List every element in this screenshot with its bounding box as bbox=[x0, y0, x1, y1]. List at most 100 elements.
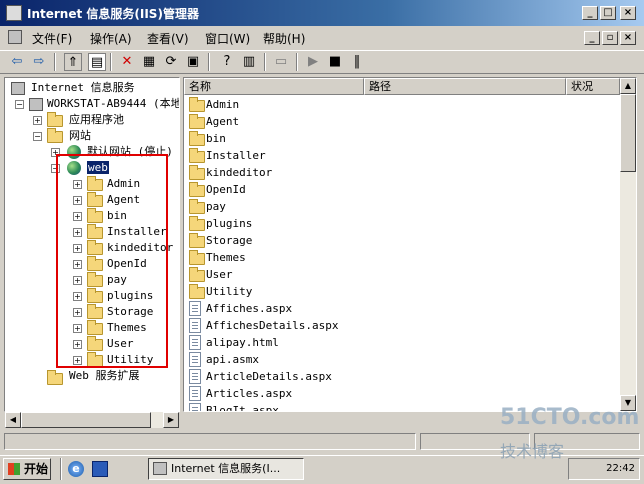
clock: 22:42 bbox=[606, 463, 635, 474]
iis-app-icon bbox=[6, 5, 22, 21]
mmc-doc-icon bbox=[8, 30, 22, 44]
computer-icon[interactable]: ▭ bbox=[272, 53, 290, 71]
export-list-icon[interactable]: ▣ bbox=[184, 53, 202, 71]
folder-icon bbox=[189, 165, 205, 180]
menu-window[interactable]: 窗口(W) bbox=[205, 30, 250, 47]
folder-icon bbox=[189, 233, 205, 248]
system-tray[interactable]: 22:42 bbox=[568, 458, 640, 480]
folder-icon bbox=[189, 199, 205, 214]
list-item[interactable]: Articles.aspx bbox=[206, 385, 292, 402]
properties-icon[interactable]: ▦ bbox=[140, 53, 158, 71]
content-list-pane[interactable]: 名称 路径 状况 Admin Agent bin Installer kindedito… bbox=[183, 77, 637, 412]
taskbar-iis-button[interactable]: Internet 信息服务(I... bbox=[148, 458, 304, 480]
scroll-up-icon[interactable]: ▲ bbox=[620, 78, 636, 94]
scroll-right-icon[interactable]: ▶ bbox=[163, 412, 179, 428]
start-icon[interactable]: ▶ bbox=[304, 53, 322, 71]
child-minimize-button[interactable]: _ bbox=[584, 31, 600, 45]
toolbar-separator bbox=[296, 53, 298, 71]
scroll-thumb[interactable] bbox=[21, 412, 151, 428]
column-header-status[interactable]: 状况 bbox=[566, 78, 620, 95]
back-arrow-icon[interactable]: ⇦ bbox=[8, 53, 26, 71]
annotation-highlight-box bbox=[56, 154, 168, 368]
list-item[interactable]: plugins bbox=[206, 215, 252, 232]
pause-icon[interactable]: ‖ bbox=[348, 53, 366, 71]
start-label: 开始 bbox=[24, 462, 49, 476]
list-item[interactable]: api.asmx bbox=[206, 351, 259, 368]
watermark: 51CTO.com bbox=[500, 405, 640, 430]
start-button[interactable]: 开始 bbox=[3, 458, 51, 480]
list-item[interactable]: AffichesDetails.aspx bbox=[206, 317, 338, 334]
close-button[interactable]: × bbox=[620, 6, 636, 20]
file-icon bbox=[189, 403, 201, 411]
scroll-left-icon[interactable]: ◀ bbox=[5, 412, 21, 428]
taskbar-task-label: Internet 信息服务(I... bbox=[171, 462, 281, 475]
taskbar-separator bbox=[60, 458, 62, 480]
child-restore-button[interactable]: ▫ bbox=[602, 31, 618, 45]
tree-item-websites[interactable]: 网站 bbox=[69, 128, 91, 144]
help-icon[interactable]: ? bbox=[218, 53, 236, 71]
list-item[interactable]: Utility bbox=[206, 283, 252, 300]
list-item[interactable]: kindeditor bbox=[206, 164, 272, 181]
file-icon bbox=[189, 301, 201, 316]
menu-action[interactable]: 操作(A) bbox=[90, 30, 132, 47]
title-bar[interactable]: Internet 信息服务(IIS)管理器 _ □ × bbox=[0, 0, 644, 26]
quick-launch-icon[interactable] bbox=[92, 461, 108, 477]
maximize-button[interactable]: □ bbox=[600, 6, 616, 20]
windows-logo-icon bbox=[8, 463, 20, 475]
list-item[interactable]: Storage bbox=[206, 232, 252, 249]
tree-item-root[interactable]: Internet 信息服务 bbox=[31, 80, 135, 96]
folder-icon bbox=[189, 114, 205, 129]
list-item[interactable]: Admin bbox=[206, 96, 239, 113]
stop-icon[interactable]: ■ bbox=[326, 53, 344, 71]
internet-explorer-icon[interactable]: e bbox=[68, 461, 84, 477]
list-item[interactable]: pay bbox=[206, 198, 226, 215]
list-item[interactable]: bin bbox=[206, 130, 226, 147]
tree-item-extensions[interactable]: Web 服务扩展 bbox=[69, 368, 140, 384]
collapse-icon[interactable]: − bbox=[15, 100, 24, 109]
list-item[interactable]: Affiches.aspx bbox=[206, 300, 292, 317]
tree-item-app-pools[interactable]: 应用程序池 bbox=[69, 112, 124, 128]
tree-item-server[interactable]: WORKSTAT-AB9444 (本地计 bbox=[47, 96, 179, 112]
iis-root-icon bbox=[11, 82, 25, 95]
toolbar-separator bbox=[264, 53, 266, 71]
file-icon bbox=[189, 318, 201, 333]
list-item[interactable]: Agent bbox=[206, 113, 239, 130]
file-icon bbox=[189, 369, 201, 384]
show-tree-icon[interactable]: ▤ bbox=[88, 53, 106, 71]
collapse-icon[interactable]: − bbox=[33, 132, 42, 141]
menu-file[interactable]: 文件(F) bbox=[32, 30, 72, 47]
list-item[interactable]: BlogIt.aspx bbox=[206, 402, 279, 411]
folder-icon bbox=[189, 216, 205, 231]
folder-icon bbox=[189, 97, 205, 112]
column-header-name[interactable]: 名称 bbox=[184, 78, 364, 95]
forward-arrow-icon[interactable]: ⇨ bbox=[30, 53, 48, 71]
toolbar-separator bbox=[110, 53, 112, 71]
list-item[interactable]: Installer bbox=[206, 147, 266, 164]
menu-view[interactable]: 查看(V) bbox=[147, 30, 189, 47]
refresh-icon[interactable]: ⟳ bbox=[162, 53, 180, 71]
child-close-button[interactable]: × bbox=[620, 31, 636, 45]
list-item[interactable]: Themes bbox=[206, 249, 246, 266]
up-folder-icon[interactable]: ⇑ bbox=[64, 53, 82, 71]
folder-icon bbox=[189, 148, 205, 163]
minimize-button[interactable]: _ bbox=[582, 6, 598, 20]
list-item[interactable]: alipay.html bbox=[206, 334, 279, 351]
list-vertical-scrollbar[interactable]: ▲ ▼ bbox=[620, 78, 636, 411]
list-item[interactable]: User bbox=[206, 266, 233, 283]
expand-icon[interactable]: + bbox=[33, 116, 42, 125]
server-icon bbox=[29, 98, 43, 111]
folder-icon bbox=[47, 112, 63, 127]
list-item[interactable]: OpenId bbox=[206, 181, 246, 198]
folder-icon bbox=[47, 128, 63, 143]
scroll-thumb[interactable] bbox=[620, 94, 636, 172]
tree-horizontal-scrollbar[interactable]: ◀ ▶ bbox=[5, 412, 179, 428]
folder-icon bbox=[189, 131, 205, 146]
action-pane-icon[interactable]: ▥ bbox=[240, 53, 258, 71]
file-icon bbox=[189, 386, 201, 401]
list-item[interactable]: ArticleDetails.aspx bbox=[206, 368, 332, 385]
menu-help[interactable]: 帮助(H) bbox=[263, 30, 305, 47]
folder-icon bbox=[189, 267, 205, 282]
delete-icon[interactable]: ✕ bbox=[118, 53, 136, 71]
folder-icon bbox=[47, 370, 63, 385]
column-header-path[interactable]: 路径 bbox=[364, 78, 566, 95]
